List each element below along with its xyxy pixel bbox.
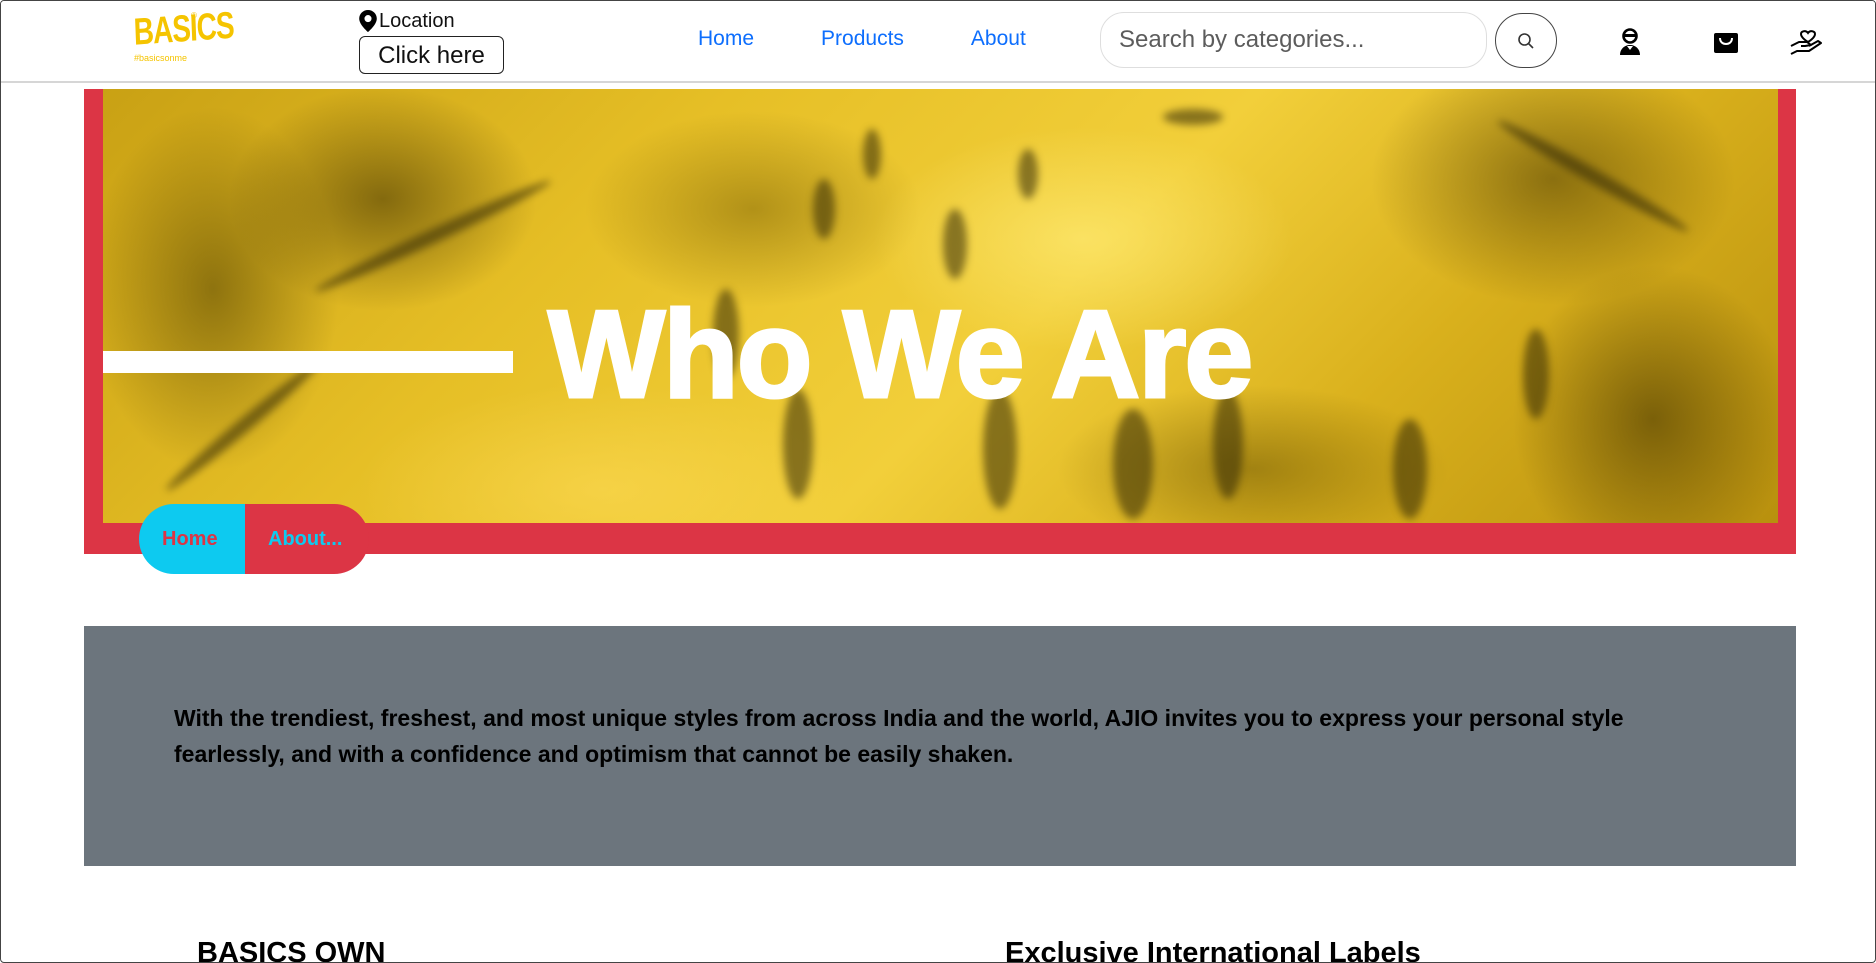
nav-link-products[interactable]: Products	[821, 27, 904, 51]
nav-link-about[interactable]: About	[971, 27, 1026, 51]
search-icon	[1518, 32, 1534, 49]
handshake-icon	[1790, 30, 1822, 55]
page: BASICS ® #basicsonme Location Click here…	[0, 0, 1876, 963]
map-pin-icon	[359, 10, 377, 32]
breadcrumb-about[interactable]: About...	[245, 504, 369, 574]
search-button[interactable]	[1495, 13, 1557, 68]
hero-background-image: Who We Are	[103, 89, 1778, 523]
intro-text: With the trendiest, freshest, and most u…	[174, 705, 1624, 767]
section-heading-basics-own: BASICS OWN	[197, 937, 386, 963]
section-heading-international-labels: Exclusive International Labels	[1005, 937, 1421, 963]
registered-mark: ®	[191, 11, 197, 20]
main-nav: Home Products About	[698, 27, 1093, 51]
breadcrumb: Home About...	[139, 504, 369, 574]
user-account-button[interactable]	[1615, 27, 1645, 57]
search-input[interactable]	[1100, 12, 1487, 68]
hero-title: Who We Are	[546, 285, 1254, 426]
location-button[interactable]: Click here	[359, 36, 504, 74]
location-widget: Location Click here	[359, 9, 504, 74]
support-button[interactable]	[1789, 27, 1823, 57]
nav-link-home[interactable]: Home	[698, 27, 754, 51]
logo-tagline: #basicsonme	[134, 53, 188, 63]
user-icon	[1620, 28, 1640, 55]
logo-wordmark: BASICS	[133, 3, 235, 53]
hero-accent-bar	[103, 351, 513, 373]
hero-banner: Who We Are	[84, 89, 1796, 554]
shopping-bag-icon	[1714, 33, 1738, 53]
brand-logo[interactable]: BASICS ® #basicsonme	[131, 4, 234, 67]
navbar: BASICS ® #basicsonme Location Click here…	[1, 1, 1875, 83]
cart-button[interactable]	[1711, 27, 1741, 57]
location-label: Location	[379, 9, 455, 32]
intro-panel: With the trendiest, freshest, and most u…	[84, 626, 1796, 866]
breadcrumb-home[interactable]: Home	[139, 504, 245, 574]
